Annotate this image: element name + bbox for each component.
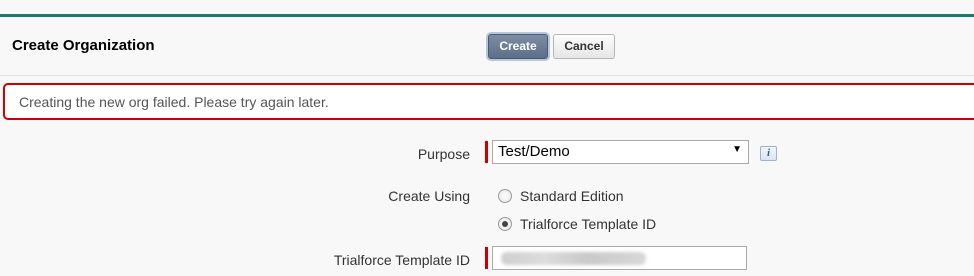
create-button[interactable]: Create	[488, 34, 548, 59]
purpose-label: Purpose	[417, 146, 470, 162]
radio-button-trialforce-template-id[interactable]	[498, 217, 512, 231]
create-using-label: Create Using	[388, 188, 470, 204]
obscured-template-id-value	[501, 252, 646, 265]
template-id-required-indicator	[485, 247, 488, 269]
page-header: Create Organization Create Cancel	[0, 17, 974, 76]
radio-button-standard-edition[interactable]	[498, 189, 512, 203]
error-message-box: Creating the new org failed. Please try …	[3, 83, 974, 120]
radio-label-standard-edition: Standard Edition	[520, 188, 624, 204]
radio-label-trialforce-template-id: Trialforce Template ID	[520, 216, 657, 232]
purpose-required-indicator	[485, 141, 488, 163]
purpose-select[interactable]: Test/Demo ▼	[492, 140, 749, 164]
create-organization-page: Create Organization Create Cancel Creati…	[0, 0, 974, 276]
purpose-selected-value: Test/Demo	[498, 143, 570, 160]
dropdown-arrow-icon: ▼	[732, 144, 742, 155]
template-id-input[interactable]	[492, 246, 747, 270]
page-title: Create Organization	[12, 37, 155, 54]
error-message-text: Creating the new org failed. Please try …	[19, 94, 329, 110]
cancel-button[interactable]: Cancel	[553, 34, 615, 59]
template-id-label: Trialforce Template ID	[333, 252, 470, 268]
info-icon[interactable]: i	[760, 146, 777, 161]
